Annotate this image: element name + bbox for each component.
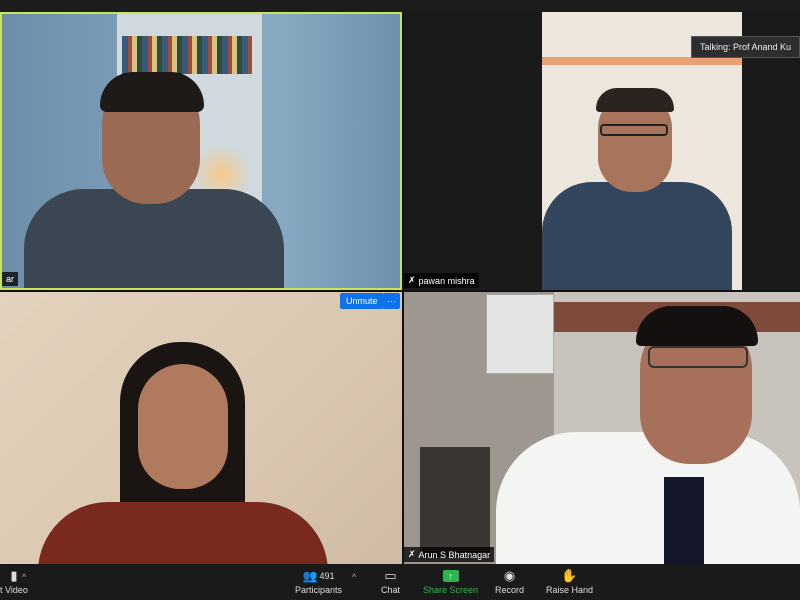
participant-name: ar: [6, 274, 15, 284]
chat-button[interactable]: ▭ Chat: [381, 567, 400, 595]
tie: [664, 477, 704, 564]
glasses: [648, 346, 748, 368]
participants-label: Participants: [295, 585, 343, 595]
unmute-button[interactable]: Unmute: [340, 293, 384, 309]
person-body: [24, 189, 284, 288]
more-options-button[interactable]: ···: [383, 293, 400, 309]
wall-stripe: [542, 57, 742, 65]
record-label: Record: [495, 585, 525, 595]
raise-hand-button[interactable]: ✋ Raise Hand: [546, 567, 593, 595]
chat-label: Chat: [381, 585, 401, 595]
participant-name-label: ar: [2, 272, 19, 286]
video-camera-icon: ▮: [10, 568, 18, 583]
window-top-bar: [0, 0, 800, 12]
glasses: [600, 124, 668, 136]
participant-name-label: ✗ Arun S Bhatnagar: [404, 547, 495, 562]
mic-muted-icon: ✗: [408, 549, 416, 559]
record-button[interactable]: ◉ Record: [495, 567, 524, 595]
participants-icon: 👥 491: [302, 569, 335, 583]
meeting-toolbar: ▮ t Video ^ 👥 491 Participants ^ ▭ Chat …: [0, 564, 800, 600]
participant-name: pawan mishra: [418, 275, 475, 286]
record-icon: ◉: [503, 568, 516, 583]
participants-button[interactable]: 👥 491 Participants: [295, 567, 342, 595]
share-screen-label: Share Screen: [423, 585, 479, 595]
video-tile-1[interactable]: ar: [0, 12, 402, 290]
participant-name-label: ✗ pawan mishra: [404, 273, 479, 288]
video-tile-3[interactable]: [0, 292, 402, 564]
bookshelf-books: [122, 36, 252, 74]
person-body: [496, 432, 800, 564]
participants-count: 491: [319, 571, 335, 581]
video-tile-4[interactable]: ✗ Arun S Bhatnagar: [404, 292, 800, 564]
talking-indicator: Talking: Prof Anand Ku: [690, 36, 800, 58]
person-body: [38, 502, 328, 564]
raise-hand-label: Raise Hand: [546, 585, 594, 595]
person-hair: [100, 72, 204, 112]
video-label: t Video: [0, 585, 28, 595]
participants-options-caret[interactable]: ^: [352, 572, 356, 582]
participant-name: Arun S Bhatnagar: [418, 549, 491, 560]
person-body: [542, 182, 732, 290]
video-options-caret[interactable]: ^: [22, 572, 26, 582]
person-hair: [636, 306, 758, 346]
raise-hand-icon: ✋: [561, 568, 578, 583]
mic-muted-icon: ✗: [408, 275, 416, 285]
person-hair: [596, 88, 674, 112]
person-head: [138, 364, 228, 489]
share-screen-button[interactable]: ↑ Share Screen: [423, 567, 478, 595]
chat-icon: ▭: [384, 568, 397, 583]
window: [420, 447, 490, 557]
share-screen-icon: ↑: [442, 570, 459, 582]
ac-unit: [486, 294, 554, 374]
